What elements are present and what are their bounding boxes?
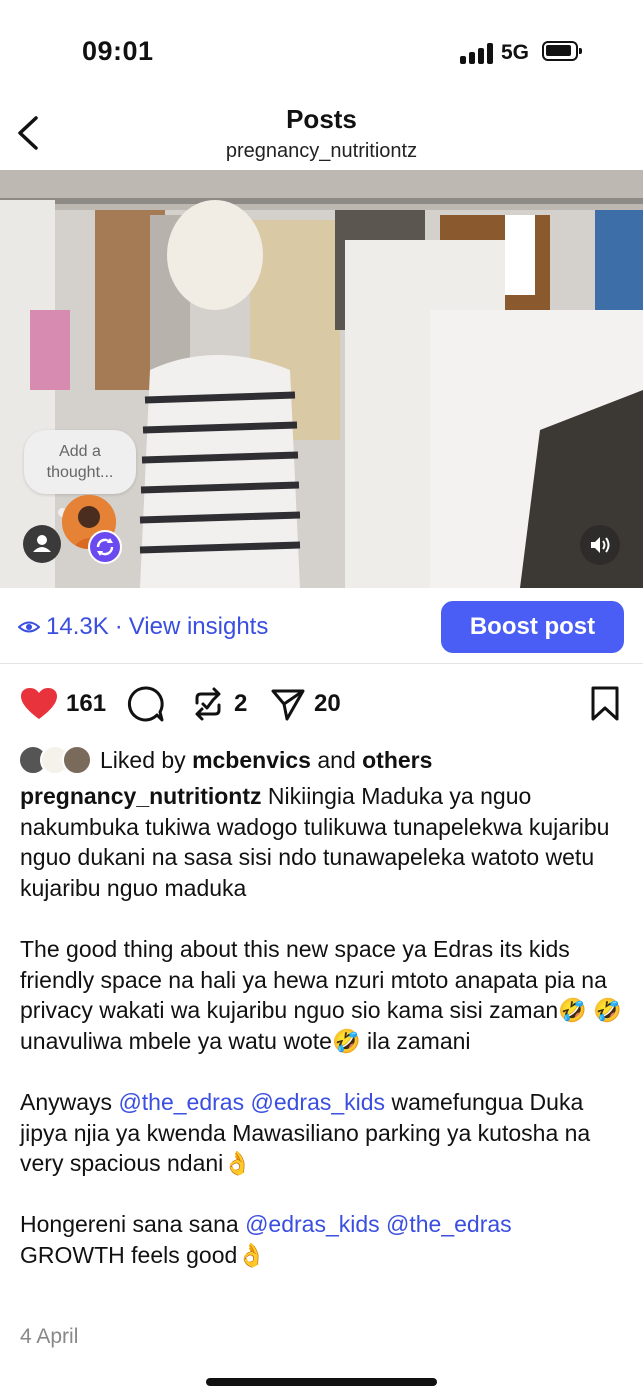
bookmark-icon — [591, 686, 619, 721]
thought-line-2: thought... — [46, 464, 114, 481]
action-row: 161 2 20 — [0, 680, 643, 728]
repost-icon — [195, 687, 221, 721]
share-count: 20 — [314, 690, 341, 717]
post-date: 4 April — [20, 1325, 79, 1348]
account-username[interactable]: pregnancy_nutritiontz — [0, 140, 643, 163]
caption-paragraph-2: The good thing about this new space ya E… — [20, 934, 624, 1056]
repost-icon — [96, 538, 114, 556]
repost-button[interactable]: 2 — [190, 680, 247, 728]
view-count: 14.3K — [46, 613, 109, 640]
ok-hand-emoji: 👌 — [237, 1241, 266, 1268]
laughing-emoji: 🤣 🤣 — [558, 997, 622, 1024]
save-button[interactable] — [590, 680, 620, 728]
mention-link[interactable]: @edras_kids — [245, 1211, 380, 1237]
thought-line-1: Add a — [59, 443, 101, 460]
caption-paragraph-4: Hongereni sana sana @edras_kids @the_edr… — [20, 1209, 624, 1270]
separator-dot: · — [114, 613, 123, 640]
caption-paragraph-3: Anyways @the_edras @edras_kids wamefungu… — [20, 1087, 624, 1179]
mention-link[interactable]: @the_edras — [118, 1089, 244, 1115]
boost-post-button[interactable]: Boost post — [441, 601, 624, 653]
liker-avatar — [62, 745, 92, 775]
view-insights-link[interactable]: 14.3K · View insights — [18, 613, 268, 641]
caption-text-2c: ila zamani — [360, 1027, 471, 1054]
status-bar: 09:01 5G — [0, 0, 643, 100]
mention-link[interactable]: @edras_kids — [250, 1089, 385, 1115]
laughing-emoji: 🤣 — [331, 1027, 361, 1054]
sound-toggle-button[interactable] — [580, 525, 620, 565]
signal-icon — [460, 42, 494, 64]
liked-by-user[interactable]: mcbenvics — [192, 747, 311, 774]
share-icon — [271, 689, 305, 721]
eye-icon — [18, 621, 40, 633]
share-button[interactable]: 20 — [270, 680, 341, 728]
caption-text-2a: The good thing about this new space ya E… — [20, 935, 607, 1024]
network-type: 5G — [501, 41, 530, 64]
liked-by-row[interactable]: Liked by mcbenvics and others — [18, 744, 432, 776]
caption-text-4b: GROWTH feels good — [20, 1241, 238, 1268]
speaker-icon — [591, 537, 610, 553]
mention-link[interactable]: @the_edras — [386, 1211, 512, 1237]
post-caption: pregnancy_nutritiontz Nikiingia Maduka y… — [20, 781, 624, 1271]
liked-by-others[interactable]: others — [362, 747, 432, 774]
status-time: 09:01 — [82, 36, 154, 66]
liked-by-prefix: Liked by — [100, 746, 186, 773]
insights-bar: 14.3K · View insights Boost post — [0, 588, 643, 664]
caption-text-3a: Anyways — [20, 1088, 119, 1115]
tagged-people-button[interactable] — [23, 525, 61, 563]
caption-text-4a: Hongereni sana sana — [20, 1211, 246, 1238]
heart-icon — [21, 688, 57, 719]
person-icon — [33, 535, 51, 552]
home-indicator[interactable] — [206, 1378, 437, 1386]
liked-by-connector: and — [317, 746, 356, 773]
ok-hand-emoji: 👌 — [223, 1150, 252, 1177]
view-insights-label: View insights — [128, 613, 269, 640]
nav-header: Posts pregnancy_nutritiontz — [0, 100, 643, 170]
like-button[interactable]: 161 — [20, 680, 106, 728]
caption-text-2b: unavuliwa mbele ya watu wote — [20, 1027, 332, 1054]
caption-author[interactable]: pregnancy_nutritiontz — [20, 783, 262, 809]
repost-count: 2 — [234, 690, 248, 717]
add-thought-bubble[interactable]: Add a thought... — [24, 430, 136, 494]
like-count: 161 — [66, 690, 107, 717]
comment-button[interactable] — [127, 680, 165, 728]
caption-paragraph-1: pregnancy_nutritiontz Nikiingia Maduka y… — [20, 781, 624, 903]
comment-icon — [127, 686, 164, 722]
page-title: Posts — [286, 104, 357, 134]
repost-badge[interactable] — [88, 530, 122, 564]
battery-icon — [542, 41, 582, 61]
